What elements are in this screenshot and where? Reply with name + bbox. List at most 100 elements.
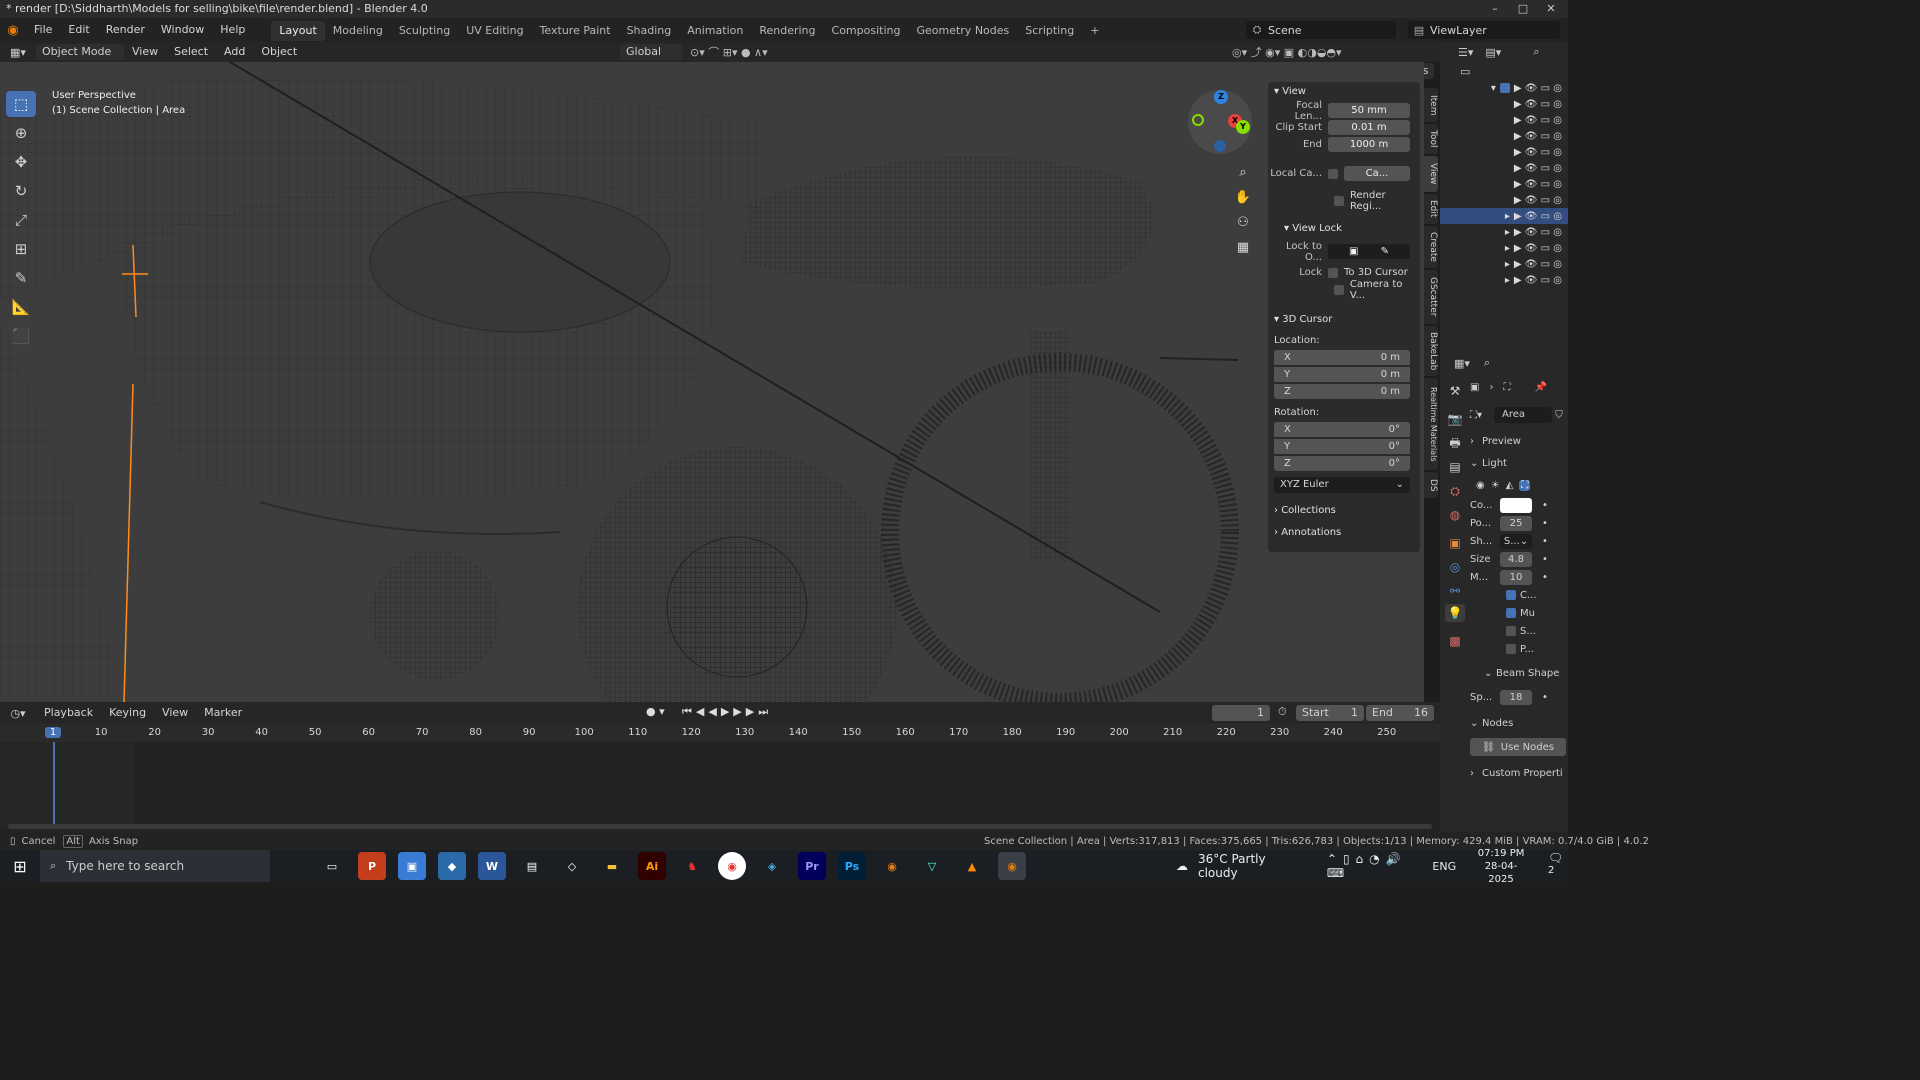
outliner-row-selected[interactable]: ▸ ▶ 👁 ▭ ◎ [1440, 208, 1568, 224]
clock[interactable]: 07:19 PM 28-04-2025 [1474, 847, 1528, 886]
app-icon[interactable]: ◆ [438, 852, 466, 880]
collections-header[interactable]: › Collections [1268, 501, 1420, 521]
shape-dropdown[interactable]: S...⌄ [1500, 533, 1532, 549]
vlc-icon[interactable]: ▲ [958, 852, 986, 880]
tab-animation[interactable]: Animation [679, 21, 751, 41]
cursor-loc-y[interactable]: Y 0 m [1268, 366, 1420, 383]
visibility-icons[interactable]: ▶ 👁 ▭ ◎ [1514, 115, 1562, 126]
custom-properties-header[interactable]: › Custom Properti [1470, 764, 1566, 782]
keyframe-dot-icon[interactable]: • [1542, 518, 1548, 529]
render-tab-icon[interactable]: 📷 [1445, 410, 1465, 428]
photoshop-icon[interactable]: Ps [838, 852, 866, 880]
timeline-menu-view[interactable]: View [154, 701, 196, 725]
scene-tab-icon[interactable]: ⛭ [1445, 482, 1465, 500]
vp-menu-object[interactable]: Object [253, 40, 305, 64]
illustrator-icon[interactable]: Ai [638, 852, 666, 880]
microsoft365-icon[interactable]: ◈ [758, 852, 786, 880]
select-tool-icon[interactable]: ⬚ [6, 91, 36, 117]
3d-viewport[interactable]: User Perspective (1) Scene Collection | … [0, 62, 1424, 702]
editor-type-icon[interactable]: ▦▾ [0, 46, 36, 59]
current-frame-field[interactable]: 1 [1212, 705, 1270, 721]
properties-editor-icon[interactable]: ▦▾ [1454, 357, 1470, 370]
app-icon[interactable]: ▣ [398, 852, 426, 880]
outliner-search-icon[interactable]: ⌕ [1533, 45, 1539, 59]
premiere-icon[interactable]: Pr [798, 852, 826, 880]
visibility-icons[interactable]: ▶ 👁 ▭ ◎ [1514, 243, 1562, 254]
record-icon[interactable]: ● ▾ [646, 705, 665, 718]
texture-tab-icon[interactable]: ▩ [1445, 632, 1465, 650]
vp-menu-add[interactable]: Add [216, 40, 253, 64]
tab-rendering[interactable]: Rendering [751, 21, 823, 41]
outliner-row[interactable]: ▶ 👁 ▭ ◎ [1440, 128, 1568, 144]
pin-icon[interactable]: 📌 [1534, 382, 1546, 393]
ortho-grid-icon[interactable]: ▦ [1234, 235, 1252, 260]
viewport-shading-icons[interactable]: ◎▾ ⤴ ◉▾ ▣ ◐◑◒◓▾ [1232, 44, 1342, 60]
outliner-row[interactable]: ▾ ▶ 👁 ▭ ◎ [1440, 80, 1568, 96]
blender-active-icon[interactable]: ◉ [998, 852, 1026, 880]
weather-text[interactable]: 36°C Partly cloudy [1198, 852, 1301, 880]
size-field[interactable]: 4.8 [1500, 551, 1532, 567]
timeline-ruler[interactable]: 1 10 20 30 40 50 60 70 80 90 100 110 120 130 140 150 160… [0, 724, 1440, 742]
menu-window[interactable]: Window [153, 18, 212, 42]
playback-controls[interactable]: ⏮◀◀▶▶▶⏭ [682, 705, 772, 719]
timeline-menu-keying[interactable]: Keying [101, 701, 154, 725]
word-icon[interactable]: W [478, 852, 506, 880]
zoom-icon[interactable]: ⌕ [1234, 160, 1252, 185]
app-icon[interactable]: ▽ [918, 852, 946, 880]
light-type-icon[interactable]: ⛶▾ [1470, 410, 1494, 421]
cursor-rot-x[interactable]: X 0° [1268, 421, 1420, 438]
annotations-header[interactable]: › Annotations [1268, 523, 1420, 543]
light-panel-header[interactable]: ⌄ Light [1470, 454, 1566, 472]
visibility-icons[interactable]: ▶ 👁 ▭ ◎ [1514, 99, 1562, 110]
minimize-button[interactable]: – [1480, 0, 1510, 18]
visibility-icons[interactable]: ▶ 👁 ▭ ◎ [1514, 147, 1562, 158]
keyframe-dot-icon[interactable]: • [1542, 554, 1548, 565]
scale-tool-icon[interactable]: ⤢ [6, 207, 36, 233]
spot-light-icon[interactable]: ◭ [1506, 480, 1514, 491]
menu-edit[interactable]: Edit [60, 18, 97, 42]
tab-compositing[interactable]: Compositing [824, 21, 909, 41]
beam-shape-header[interactable]: ⌄ Beam Shape [1470, 664, 1566, 682]
scene-selector[interactable]: ⛭ Scene [1246, 21, 1396, 39]
outliner-row[interactable]: ▶ 👁 ▭ ◎ [1440, 112, 1568, 128]
add-cube-tool-icon[interactable]: ⬛ [6, 323, 36, 349]
cursor-tool-icon[interactable]: ⊕ [6, 120, 36, 146]
color-swatch[interactable] [1500, 497, 1532, 513]
tab-uv-editing[interactable]: UV Editing [458, 21, 531, 41]
visibility-icons[interactable]: ▶ 👁 ▭ ◎ [1514, 211, 1562, 222]
to-3d-cursor-checkbox[interactable] [1328, 267, 1338, 278]
sidetab-bakelab[interactable]: BakeLab [1424, 326, 1438, 376]
keyframe-dot-icon[interactable]: • [1542, 572, 1548, 583]
timeline-scrollbar[interactable] [8, 824, 1432, 829]
expand-icon[interactable]: ▸ [1505, 275, 1510, 286]
fake-user-icon[interactable]: ⛉ [1552, 410, 1566, 421]
sidetab-view[interactable]: View [1424, 156, 1438, 192]
measure-tool-icon[interactable]: 📐 [6, 294, 36, 320]
cursor-rot-y[interactable]: Y 0° [1268, 438, 1420, 455]
properties-search-icon[interactable]: ⌕ [1484, 356, 1490, 370]
point-light-icon[interactable]: ◉ [1476, 480, 1485, 491]
outliner-row[interactable]: ▶ 👁 ▭ ◎ [1440, 192, 1568, 208]
preview-panel-header[interactable]: › Preview [1470, 432, 1566, 450]
weather-icon[interactable]: ☁ [1176, 859, 1188, 873]
lock-to-object-field[interactable]: ▣ ✎ [1328, 244, 1410, 259]
view-lock-header[interactable]: ▾ View Lock [1268, 219, 1420, 239]
expand-icon[interactable]: ▸ [1505, 227, 1510, 238]
visibility-icons[interactable]: ▶ 👁 ▭ ◎ [1514, 163, 1562, 174]
windows-start-icon[interactable]: ⊞ [0, 857, 40, 876]
visibility-icons[interactable]: ▶ 👁 ▭ ◎ [1514, 131, 1562, 142]
chrome-icon[interactable]: ◉ [718, 852, 746, 880]
visibility-icons[interactable]: ▶ 👁 ▭ ◎ [1514, 275, 1562, 286]
rotate-tool-icon[interactable]: ↻ [6, 178, 36, 204]
render-region-checkbox[interactable] [1334, 195, 1344, 206]
gizmo-z[interactable]: Z [1214, 90, 1228, 104]
tab-shading[interactable]: Shading [619, 21, 680, 41]
task-view-icon[interactable]: ▭ [318, 852, 346, 880]
menu-help[interactable]: Help [212, 18, 253, 42]
spread-field[interactable]: 18 [1500, 689, 1532, 705]
outliner-row[interactable]: ▸ ▶ 👁 ▭ ◎ [1440, 224, 1568, 240]
max-bounces-field[interactable]: 10 [1500, 569, 1532, 585]
timeline-editor-icon[interactable]: ◷▾ [0, 707, 36, 720]
3d-cursor-header[interactable]: ▾ 3D Cursor [1268, 310, 1420, 330]
move-tool-icon[interactable]: ✥ [6, 149, 36, 175]
